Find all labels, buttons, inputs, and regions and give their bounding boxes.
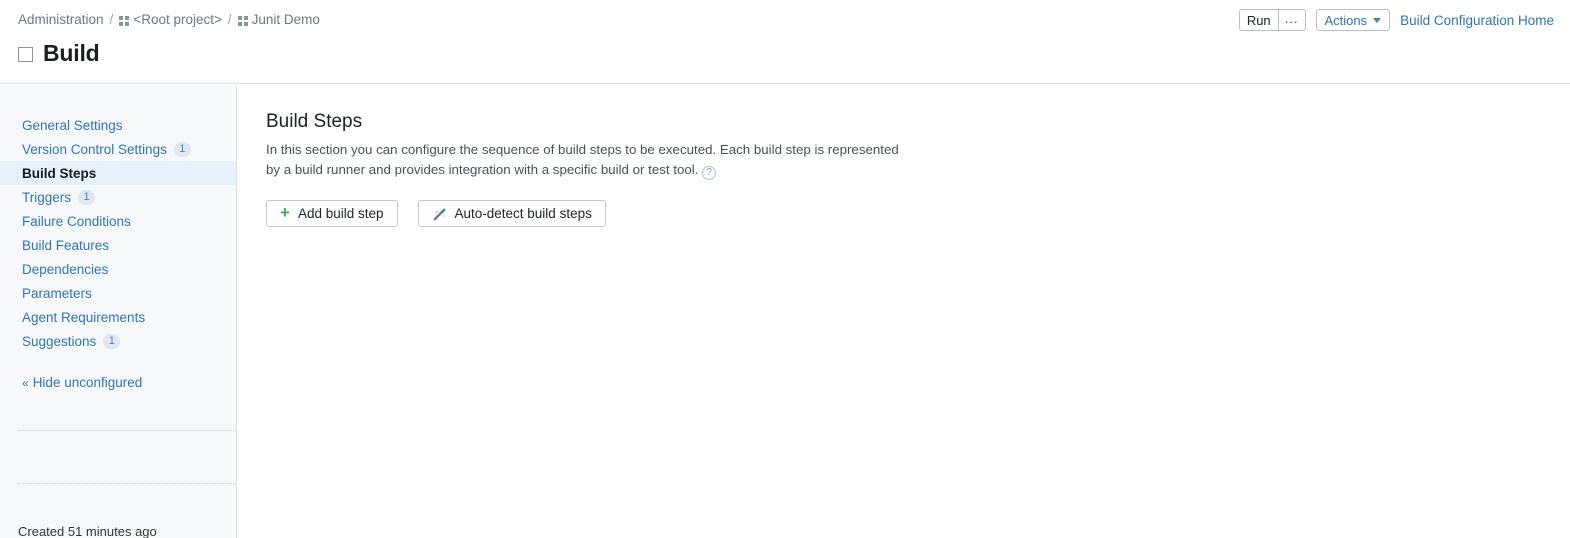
- sidebar-item-badge: 1: [78, 189, 96, 205]
- add-build-step-button[interactable]: + Add build step: [266, 200, 398, 227]
- sidebar-item-label: General Settings: [22, 117, 123, 133]
- sidebar-item-label: Triggers: [22, 189, 72, 205]
- hide-unconfigured-label: Hide unconfigured: [32, 375, 143, 390]
- settings-sidebar: General Settings Version Control Setting…: [0, 85, 237, 538]
- teamcity-build-config-page: Administration / <Root project> / Junit …: [0, 0, 1570, 538]
- breadcrumb-separator: /: [227, 12, 232, 27]
- hide-unconfigured-toggle[interactable]: « Hide unconfigured: [0, 375, 236, 390]
- build-steps-actions: + Add build step Auto-detect build steps: [266, 200, 1540, 227]
- sidebar-item-version-control-settings[interactable]: Version Control Settings 1: [0, 137, 236, 161]
- top-actions: Run ... Actions Build Configuration Home: [1238, 9, 1554, 31]
- created-timestamp: Created 51 minutes ago: [18, 524, 157, 538]
- breadcrumb-item-administration[interactable]: Administration: [18, 12, 104, 27]
- run-button[interactable]: Run: [1238, 9, 1278, 31]
- sidebar-item-label: Dependencies: [22, 261, 109, 277]
- build-configuration-home-link[interactable]: Build Configuration Home: [1400, 13, 1554, 28]
- created-info: Created 51 minutes ago by Super user (vi…: [18, 523, 183, 538]
- sidebar-item-suggestions[interactable]: Suggestions 1: [0, 329, 236, 353]
- run-split-button[interactable]: Run ...: [1238, 9, 1306, 31]
- project-grid-icon: [119, 15, 130, 26]
- auto-detect-build-steps-button[interactable]: Auto-detect build steps: [417, 200, 606, 227]
- breadcrumb: Administration / <Root project> / Junit …: [18, 12, 320, 27]
- breadcrumb-item-root-project[interactable]: <Root project>: [133, 12, 222, 27]
- sidebar-item-badge: 1: [173, 141, 191, 157]
- breadcrumb-item-junit-demo[interactable]: Junit Demo: [252, 12, 320, 27]
- sidebar-item-triggers[interactable]: Triggers 1: [0, 185, 236, 209]
- section-description-text: In this section you can configure the se…: [266, 142, 899, 177]
- checkbox-square-icon: [18, 47, 33, 62]
- sidebar-item-label: Parameters: [22, 285, 92, 301]
- help-circle-icon[interactable]: ?: [702, 166, 717, 180]
- sidebar-item-agent-requirements[interactable]: Agent Requirements: [0, 305, 236, 329]
- sidebar-item-general-settings[interactable]: General Settings: [0, 113, 236, 137]
- sidebar-item-failure-conditions[interactable]: Failure Conditions: [0, 209, 236, 233]
- plus-icon: +: [280, 203, 290, 222]
- sidebar-item-label: Version Control Settings: [22, 141, 167, 157]
- sidebar-item-label: Build Steps: [22, 165, 97, 181]
- chevron-down-icon: [1373, 17, 1382, 23]
- actions-label: Actions: [1324, 12, 1368, 28]
- sidebar-item-label: Failure Conditions: [22, 213, 131, 229]
- section-description: In this section you can configure the se…: [266, 140, 906, 180]
- page-title-label: Build: [43, 40, 100, 66]
- sidebar-item-build-steps[interactable]: Build Steps: [0, 161, 236, 185]
- actions-dropdown[interactable]: Actions: [1315, 9, 1391, 31]
- auto-detect-label: Auto-detect build steps: [454, 206, 592, 221]
- add-build-step-label: Add build step: [297, 206, 384, 221]
- sidebar-item-dependencies[interactable]: Dependencies: [0, 257, 236, 281]
- section-title: Build Steps: [266, 111, 363, 132]
- sidebar-item-badge: 1: [103, 333, 121, 349]
- breadcrumb-separator: /: [109, 12, 114, 27]
- magic-wand-icon: [432, 207, 447, 222]
- project-grid-icon: [237, 15, 248, 26]
- settings-nav: General Settings Version Control Setting…: [0, 85, 236, 390]
- run-options-button[interactable]: ...: [1277, 9, 1306, 31]
- page-title: Build: [18, 40, 100, 67]
- sidebar-divider: [18, 430, 236, 431]
- sidebar-item-label: Suggestions: [22, 333, 97, 349]
- top-header: Administration / <Root project> / Junit …: [0, 0, 1570, 84]
- sidebar-item-label: Agent Requirements: [22, 309, 146, 325]
- sidebar-item-parameters[interactable]: Parameters: [0, 281, 236, 305]
- sidebar-item-label: Build Features: [22, 237, 110, 253]
- double-chevron-left-icon: «: [22, 375, 29, 390]
- sidebar-divider: [18, 483, 236, 484]
- sidebar-item-build-features[interactable]: Build Features: [0, 233, 236, 257]
- main-content: Build Steps In this section you can conf…: [238, 85, 1570, 538]
